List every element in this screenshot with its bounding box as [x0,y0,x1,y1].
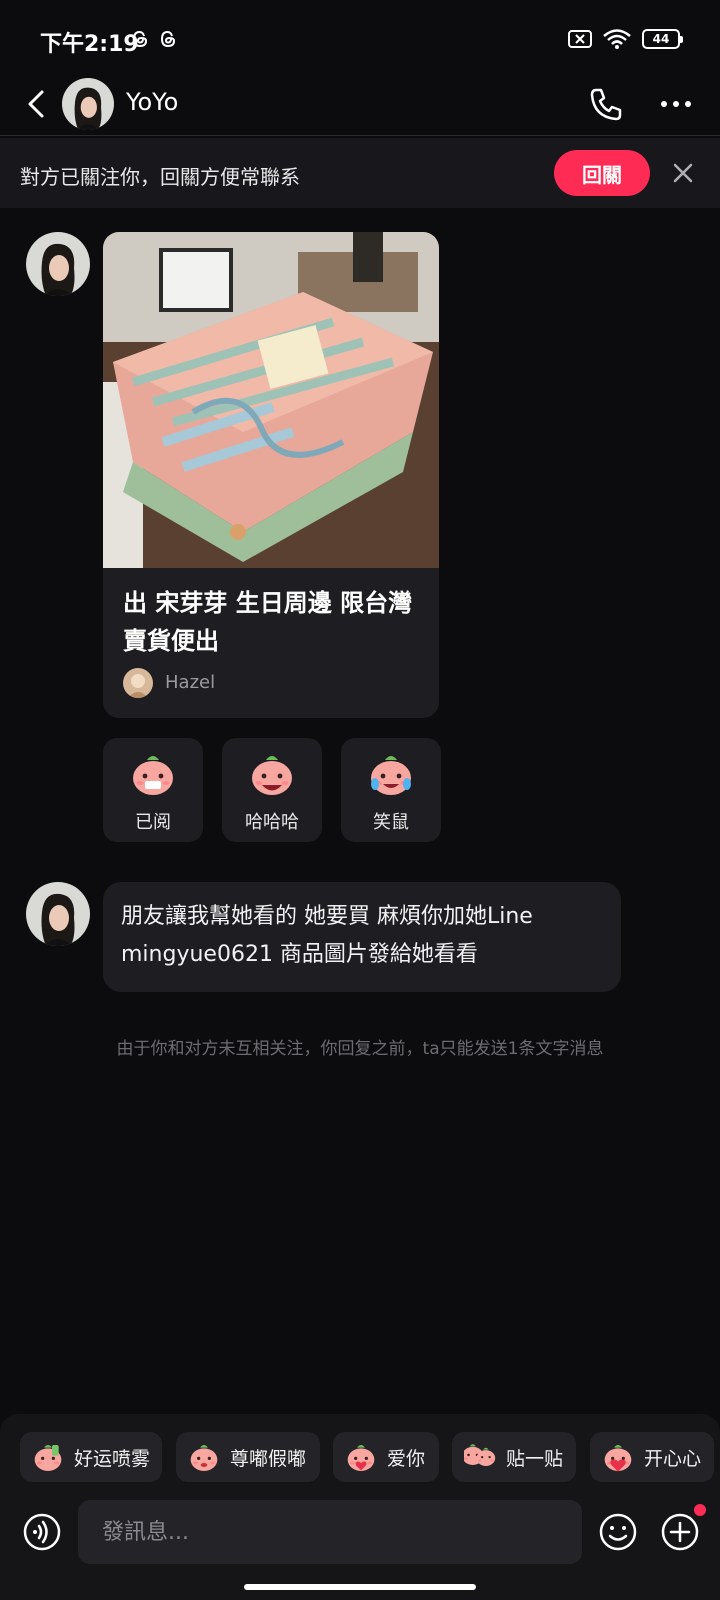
reaction-laugh-cry[interactable]: 笑鼠 [341,738,441,842]
sender-avatar[interactable] [26,882,90,946]
notification-dot [694,1504,706,1516]
system-notice: 由于你和对方未互相关注，你回复之前，ta只能发送1条文字消息 [116,1039,604,1059]
battery-indicator: 44 [642,29,683,49]
reaction-label: 哈哈哈 [245,812,299,833]
reaction-read[interactable]: 已阅 [103,738,203,842]
add-icon[interactable] [660,1512,700,1552]
sticker-label: 尊嘟假嘟 [230,1447,307,1470]
sticker-icon [190,1445,218,1471]
quick-sticker-cuddle[interactable]: 贴一贴 [452,1432,576,1482]
reaction-hahaha[interactable]: 哈哈哈 [222,738,322,842]
sim-off-icon [568,30,592,48]
product-image [103,232,439,568]
threads-icon [160,30,176,48]
wifi-icon [603,29,631,49]
phone-icon[interactable] [586,84,626,124]
chat-header: YoYo [0,78,720,136]
laughing-face-icon [252,756,292,795]
status-bar: 下午2:19 44 [0,0,720,78]
sticker-label: 开心心 [644,1447,702,1470]
status-time: 下午2:19 [40,32,139,57]
sender-avatar[interactable] [26,232,90,296]
sticker-icon [34,1445,62,1471]
product-card[interactable]: 出 宋芽芽 生日周邊 限台灣 賣貨便出 Hazel [103,232,439,718]
sticker-label: 贴一贴 [506,1447,564,1470]
follow-banner-text: 對方已關注你，回關方便常聯系 [20,165,300,189]
quick-sticker-happy[interactable]: 开心心 [590,1432,714,1482]
laugh-cry-face-icon [371,756,411,795]
follow-back-button[interactable]: 回關 [554,150,650,196]
follow-back-banner: 對方已關注你，回關方便常聯系 回關 [0,138,720,208]
contact-name[interactable]: YoYo [126,88,178,116]
home-indicator[interactable] [244,1584,476,1590]
quick-sticker-lucky-spray[interactable]: 好运喷雾 [20,1432,162,1482]
contact-avatar[interactable] [62,78,114,130]
back-arrow-icon[interactable] [18,82,58,126]
emoji-icon[interactable] [598,1512,638,1552]
sticker-face-icon [133,756,173,795]
close-icon[interactable] [668,158,698,188]
product-title: 出 宋芽芽 生日周邊 限台灣 賣貨便出 [123,589,413,655]
message-input[interactable] [78,1500,582,1564]
sticker-label: 好运喷雾 [74,1447,151,1470]
sticker-icon [347,1445,375,1471]
voice-input-icon[interactable] [22,1512,62,1552]
message-bubble[interactable]: 朋友讓我幫她看的 她要買 麻煩你加她Line mingyue0621 商品圖片發… [103,882,621,992]
quick-sticker-really[interactable]: 尊嘟假嘟 [176,1432,320,1482]
sticker-icon [604,1445,632,1472]
reaction-label: 笑鼠 [373,812,409,833]
reaction-label: 已阅 [135,812,171,833]
quick-sticker-love-you[interactable]: 爱你 [333,1432,439,1482]
threads-icon [132,30,148,48]
sticker-label: 爱你 [387,1447,426,1470]
sticker-icon [464,1444,496,1466]
author-avatar [123,668,153,698]
author-name: Hazel [165,672,216,693]
more-options-icon[interactable] [656,88,696,120]
